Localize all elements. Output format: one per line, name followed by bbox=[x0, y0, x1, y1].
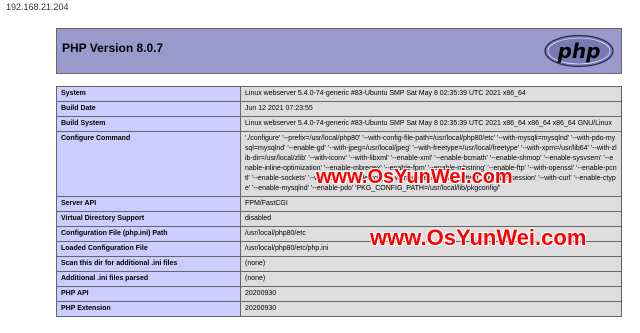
row-key: Additional .ini files parsed bbox=[56, 271, 241, 287]
table-row: Build Date Jun 12 2021 07:23:55 bbox=[56, 101, 622, 117]
row-key: Server API bbox=[56, 196, 241, 212]
row-value: FPM/FastCGI bbox=[240, 196, 622, 212]
table-row: Server API FPM/FastCGI bbox=[56, 196, 622, 212]
row-value: Linux webserver 5.4.0-74-generic #83-Ubu… bbox=[240, 116, 622, 132]
row-key: System bbox=[56, 86, 241, 102]
address-url[interactable]: 192.168.21.204 bbox=[6, 2, 69, 12]
phpinfo-table: System Linux webserver 5.4.0-74-generic #… bbox=[56, 86, 622, 317]
row-value: 20200930 bbox=[240, 286, 622, 302]
row-key: Build Date bbox=[56, 101, 241, 117]
watermark-text-secondary: www.OsYunWei.com bbox=[370, 225, 587, 250]
row-value: Jun 12 2021 07:23:55 bbox=[240, 101, 622, 117]
row-key: Loaded Configuration File bbox=[56, 241, 241, 257]
page-title: PHP Version 8.0.7 bbox=[62, 41, 164, 55]
table-row: PHP API 20200930 bbox=[56, 286, 622, 302]
table-row: System Linux webserver 5.4.0-74-generic #… bbox=[56, 86, 622, 102]
table-row: Additional .ini files parsed (none) bbox=[56, 271, 622, 287]
php-logo-text: php bbox=[557, 39, 601, 63]
table-row: Build System Linux webserver 5.4.0-74-gen… bbox=[56, 116, 622, 132]
row-key: Build System bbox=[56, 116, 241, 132]
row-value: (none) bbox=[240, 256, 622, 272]
phpinfo-header: PHP Version 8.0.7 php bbox=[56, 28, 622, 74]
php-logo-icon: php bbox=[544, 34, 614, 68]
row-key: Configuration File (php.ini) Path bbox=[56, 226, 241, 242]
row-value: (none) bbox=[240, 271, 622, 287]
address-bar[interactable]: 192.168.21.204 bbox=[0, 0, 640, 18]
table-row: Scan this dir for additional .ini files(… bbox=[56, 256, 622, 272]
row-key: Scan this dir for additional .ini files bbox=[56, 256, 241, 272]
row-key: PHP API bbox=[56, 286, 241, 302]
row-key: Configure Command bbox=[56, 131, 241, 197]
watermark-text: www.OsYunWei.com bbox=[316, 166, 513, 188]
row-value: Linux webserver 5.4.0-74-generic #83-Ubu… bbox=[240, 86, 622, 102]
row-value: 20200930 bbox=[240, 301, 622, 317]
row-key: Virtual Directory Support bbox=[56, 211, 241, 227]
table-row: PHP Extension 20200930 bbox=[56, 301, 622, 317]
row-key: PHP Extension bbox=[56, 301, 241, 317]
